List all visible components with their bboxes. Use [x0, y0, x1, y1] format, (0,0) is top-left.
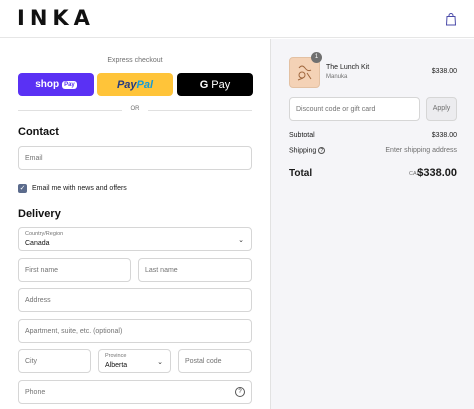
order-summary: 1 The Lunch Kit Manuka $338.00 Discount … [270, 39, 474, 409]
address-placeholder: Address [25, 297, 51, 304]
header: INKA [0, 0, 474, 38]
apartment-field[interactable]: Apartment, suite, etc. (optional) [18, 319, 252, 343]
country-select[interactable]: Country/Region Canada ⌄ [18, 227, 252, 251]
postal-code-placeholder: Postal code [185, 358, 222, 365]
product-name: The Lunch Kit [326, 64, 370, 71]
product-variant: Manuka [326, 74, 348, 80]
google-pay-button[interactable]: G Pay [177, 73, 253, 96]
question-mark-icon[interactable]: ? [235, 387, 245, 397]
shop-pay-button[interactable]: shop Pay [18, 73, 94, 96]
apply-button[interactable]: Apply [426, 97, 457, 121]
shop-pay-label: shop [35, 79, 60, 90]
subtotal-value: $338.00 [431, 132, 457, 139]
postal-code-field[interactable]: Postal code [178, 349, 252, 373]
paypal-label-pal: Pal [136, 78, 154, 91]
total-label: Total [289, 168, 313, 179]
express-checkout-label: Express checkout [107, 57, 163, 64]
newsletter-label: Email me with news and offers [32, 184, 127, 192]
subtotal-label: Subtotal [289, 132, 315, 139]
or-text: OR [130, 106, 140, 112]
google-g-icon: G [199, 78, 209, 91]
paypal-button[interactable]: Pay Pal [97, 73, 173, 96]
city-placeholder: City [25, 358, 38, 365]
shipping-value: Enter shipping address [385, 147, 457, 154]
delivery-heading: Delivery [18, 208, 61, 220]
address-field[interactable]: Address [18, 288, 252, 312]
chevron-down-icon: ⌄ [157, 359, 163, 366]
city-field[interactable]: City [18, 349, 91, 373]
chevron-down-icon: ⌄ [238, 237, 244, 244]
first-name-field[interactable]: First name [18, 258, 131, 282]
shopping-bag-icon[interactable] [444, 12, 458, 26]
store-logo[interactable]: INKA [17, 6, 95, 30]
paypal-label-pay: Pay [116, 78, 137, 91]
quantity-badge: 1 [311, 52, 322, 63]
total-value: $338.00 [417, 167, 457, 179]
province-select[interactable]: Province Alberta ⌄ [98, 349, 171, 373]
newsletter-checkbox-row[interactable]: ✓ Email me with news and offers [18, 182, 127, 194]
shop-pay-badge: Pay [62, 80, 77, 89]
province-label: Province [105, 353, 127, 359]
last-name-placeholder: Last name [145, 267, 178, 274]
first-name-placeholder: First name [25, 267, 59, 274]
product-price: $338.00 [431, 68, 457, 75]
shipping-label: Shipping [289, 147, 317, 155]
contact-heading: Contact [18, 126, 59, 138]
email-placeholder: Email [25, 155, 43, 162]
checkout-form: Express checkout shop Pay Pay Pal G Pay O… [0, 39, 270, 409]
or-divider: OR [18, 105, 252, 115]
email-field[interactable]: Email [18, 146, 252, 170]
google-pay-label: Pay [211, 78, 231, 91]
discount-placeholder: Discount code or gift card [296, 106, 376, 113]
newsletter-checkbox[interactable]: ✓ [18, 183, 27, 193]
phone-field[interactable]: Phone ? [18, 380, 252, 404]
last-name-field[interactable]: Last name [138, 258, 252, 282]
country-value: Canada [25, 240, 50, 247]
subtotal-row: Subtotal $338.00 [289, 132, 457, 139]
discount-code-field[interactable]: Discount code or gift card [289, 97, 420, 121]
shipping-row: Shipping? Enter shipping address [289, 147, 457, 154]
country-label: Country/Region [25, 231, 64, 237]
phone-placeholder: Phone [25, 389, 46, 396]
apartment-placeholder: Apartment, suite, etc. (optional) [25, 328, 123, 335]
shipping-help-icon[interactable]: ? [318, 147, 326, 154]
province-value: Alberta [105, 362, 128, 369]
